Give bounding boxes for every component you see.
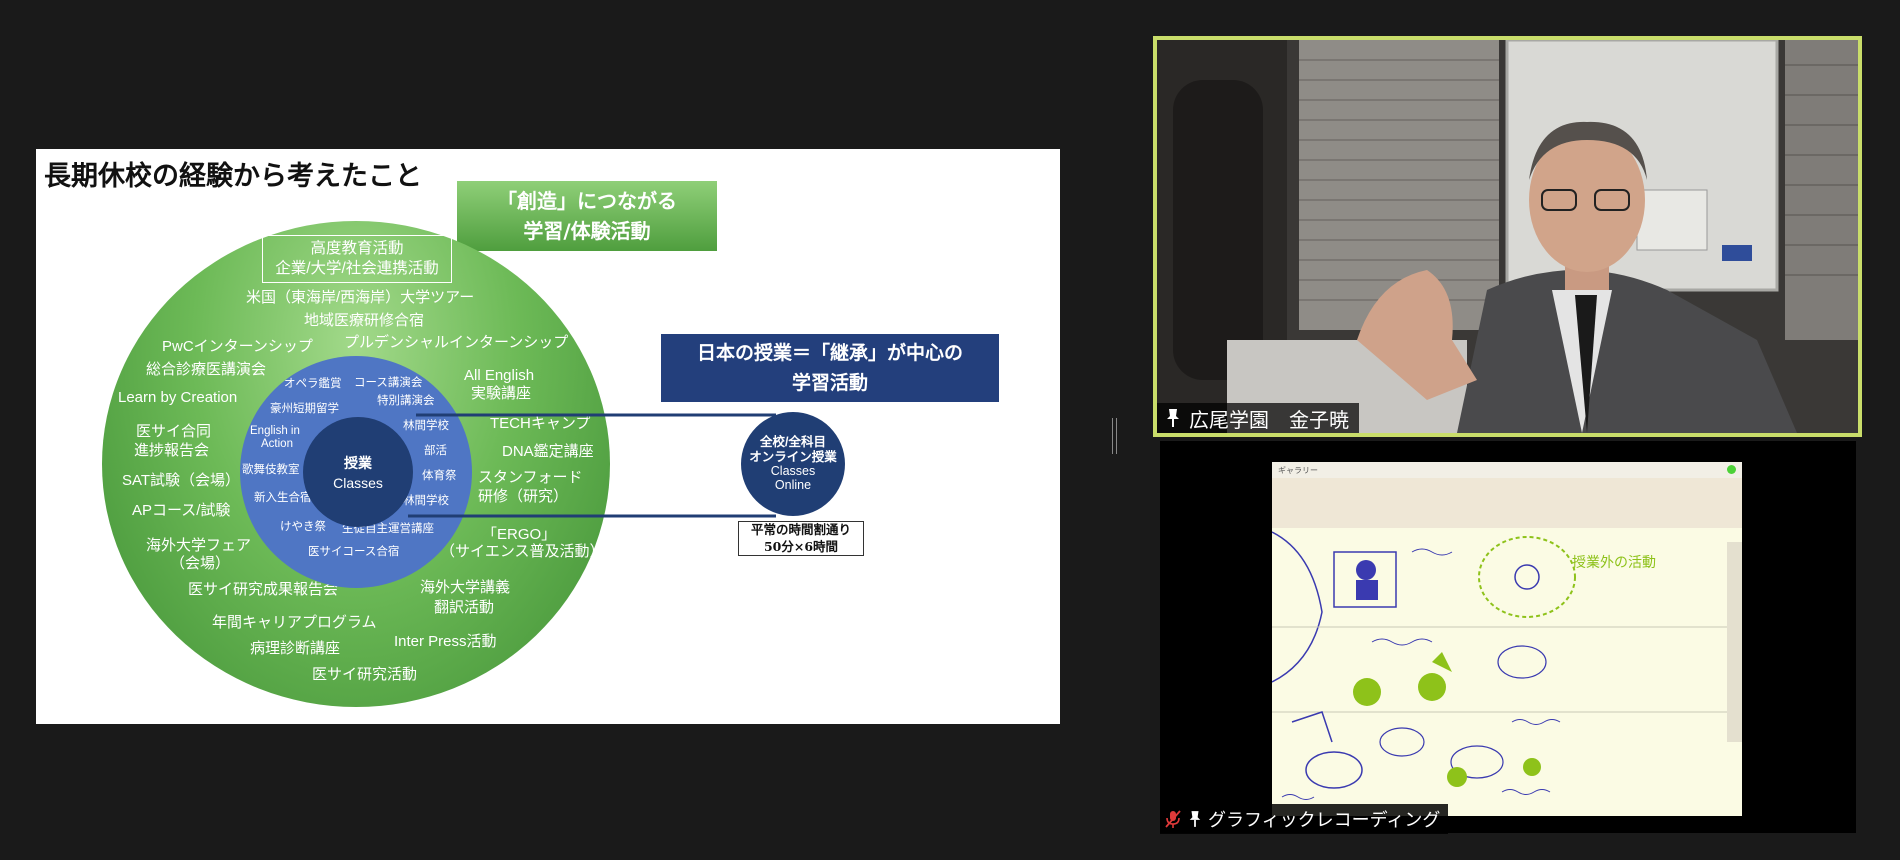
recorder-name-tag: グラフィックレコーディング	[1160, 804, 1449, 834]
advanced-box-line2: 企業/大学/社会連携活動	[275, 260, 439, 277]
outer-item: Inter Press活動	[394, 633, 497, 650]
japan-classes-banner: 日本の授業＝「継承」が中心の 学習活動	[661, 334, 999, 402]
recorder-name: グラフィックレコーディング	[1208, 810, 1441, 830]
inner-item: コース講演会	[354, 377, 423, 389]
outer-item: （サイエンス普及活動）	[440, 543, 605, 560]
inner-item: 豪州短期留学	[270, 403, 339, 415]
online-line1: 全校/全科目	[760, 435, 826, 450]
creation-banner: 「創造」につながる 学習/体験活動	[457, 181, 717, 251]
pin-icon	[1189, 811, 1201, 827]
creation-banner-line1: 「創造」につながる	[497, 189, 677, 213]
outer-item: 「ERGO」	[482, 526, 557, 543]
outer-item: 医サイ研究活動	[312, 666, 418, 683]
outer-item: SAT試験（会場）	[122, 472, 241, 489]
shared-slide: 長期休校の経験から考えたこと 「創造」につながる 学習/体験活動 高度教育活動 …	[36, 149, 1060, 724]
recorder-video-tile[interactable]: ギャラリー 授業外の活動	[1160, 441, 1856, 833]
advanced-box-line1: 高度教育活動	[310, 239, 404, 257]
creation-banner-line2: 学習/体験活動	[523, 219, 651, 243]
speaker-video-tile[interactable]: 広尾学園 金子暁	[1153, 36, 1862, 437]
advanced-education-box: 高度教育活動 企業/大学/社会連携活動	[262, 235, 452, 283]
schedule-line1: 平常の時間割通り	[750, 522, 851, 538]
outer-item: 海外大学講義	[420, 579, 511, 596]
schedule-box: 平常の時間割通り 50分×6時間	[738, 521, 864, 556]
speaker-video-feed	[1157, 40, 1858, 433]
outer-item: 米国（東海岸/西海岸）大学ツアー	[246, 289, 475, 306]
inner-item: オペラ鑑賞	[284, 378, 342, 390]
inner-item: English in	[250, 425, 300, 437]
outer-item: プルデンシャルインターンシップ	[344, 334, 569, 351]
outer-item: Learn by Creation	[118, 389, 238, 406]
inner-item: けやき祭	[280, 521, 326, 533]
outer-item: 地域医療研修合宿	[304, 312, 425, 329]
online-line4: Online	[774, 478, 812, 493]
outer-item: 医サイ合同	[136, 423, 212, 440]
outer-item: 総合診療医講演会	[146, 361, 267, 378]
classes-online-connector	[408, 413, 776, 518]
speaker-name: 広尾学園 金子暁	[1189, 409, 1349, 432]
pin-icon	[1167, 409, 1179, 427]
mic-muted-icon	[1165, 810, 1181, 828]
sketch-note-text: 授業外の活動	[1572, 554, 1656, 570]
outer-item: 病理診断講座	[250, 640, 341, 657]
slide-title: 長期休校の経験から考えたこと	[44, 161, 422, 192]
outer-item: 実験講座	[471, 385, 532, 402]
sketch-notes: 授業外の活動	[1272, 478, 1742, 800]
online-classes-circle: 全校/全科目 オンライン授業 Classes Online	[741, 412, 845, 516]
speaker-name-tag: 広尾学園 金子暁	[1157, 403, 1359, 433]
inner-item: Action	[261, 438, 293, 450]
outer-item: 年間キャリアプログラム	[212, 614, 377, 631]
inner-item: 特別講演会	[377, 395, 435, 407]
inner-item: 歌舞伎教室	[242, 464, 300, 476]
online-line3: Classes	[770, 464, 816, 478]
outer-item: APコース/試験	[132, 502, 231, 519]
schedule-line2: 50分×6時間	[763, 538, 839, 554]
outer-item: 海外大学フェア	[146, 537, 252, 554]
outer-item: 医サイ研究成果報告会	[188, 581, 339, 598]
outer-item: 翻訳活動	[434, 599, 495, 616]
outer-item: PwCインターンシップ	[162, 338, 313, 355]
outer-item: All English	[464, 367, 535, 384]
japan-banner-line2: 学習活動	[791, 372, 868, 394]
panel-resize-handle[interactable]	[1112, 418, 1117, 454]
ipad-drawing-canvas: ギャラリー 授業外の活動	[1272, 462, 1742, 816]
online-line2: オンライン授業	[749, 449, 837, 464]
inner-item: 新入生合宿	[254, 492, 312, 504]
outer-item: 進捗報告会	[134, 442, 210, 459]
inner-item: 医サイコース合宿	[308, 546, 400, 558]
japan-banner-line1: 日本の授業＝「継承」が中心の	[696, 341, 963, 364]
outer-item: （会場）	[170, 555, 231, 572]
